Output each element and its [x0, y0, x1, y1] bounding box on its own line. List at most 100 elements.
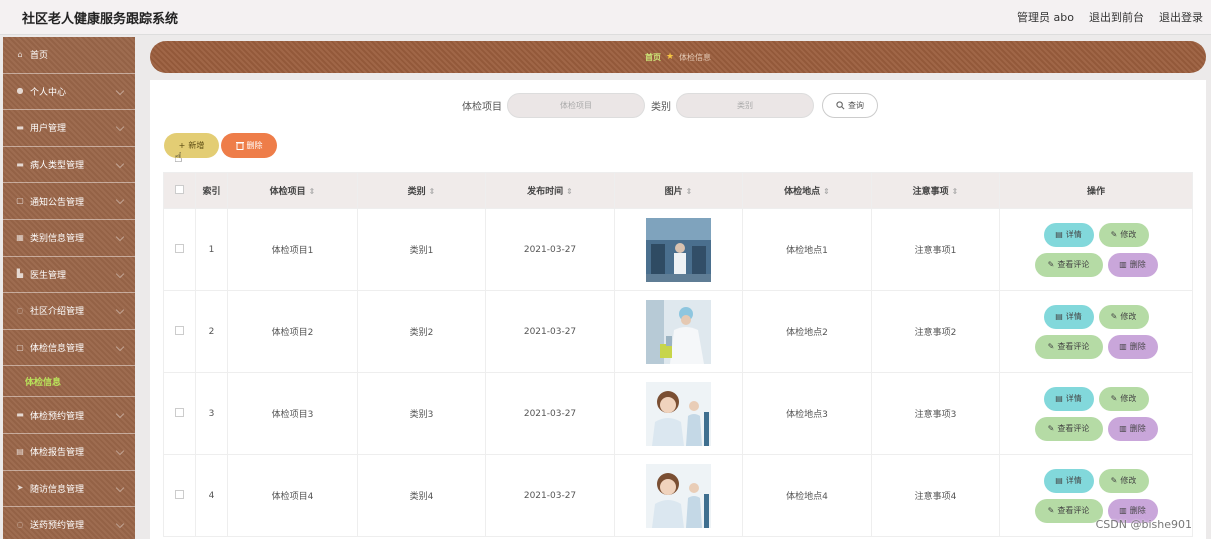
category-icon: ▦: [16, 232, 24, 242]
sidebar-subitem-exam-info[interactable]: 体检信息: [3, 366, 135, 398]
header-index: 索引: [195, 172, 228, 209]
header-place[interactable]: 体检地点 ⇕: [742, 172, 872, 209]
checkbox-icon: [175, 325, 184, 335]
cell-item: 体检项目3: [227, 372, 358, 455]
chevron-down-icon: [115, 305, 125, 315]
search-label-category: 类别: [651, 102, 671, 113]
sidebar-item-exam-info[interactable]: ▢ 体检信息管理: [3, 330, 135, 367]
chevron-down-icon: [115, 342, 125, 351]
view-comments-button[interactable]: ✎ 查看评论: [1034, 252, 1103, 277]
sidebar-item-label: 通知公告管理: [30, 197, 85, 208]
header-image[interactable]: 图片 ⇕: [614, 172, 743, 209]
community-icon: ◌: [16, 305, 24, 315]
search-input-item[interactable]: 体检项目: [507, 93, 645, 118]
content-panel: 体检项目 体检项目 类别 类别 查询 + 新增 删除 ☝ 索引 体检项目 ⇕ 类别 ⇕…: [150, 80, 1206, 539]
row-checkbox[interactable]: [163, 208, 196, 291]
cell-ops: ▤ 详情 ✎ 修改 ✎ 查看评论 ▥ 删除: [999, 208, 1193, 291]
detail-button[interactable]: ▤ 详情: [1043, 468, 1094, 493]
search-button-label: 查询: [848, 101, 864, 110]
detail-button[interactable]: ▤ 详情: [1043, 304, 1094, 329]
search-button[interactable]: 查询: [822, 93, 878, 118]
row-delete-button[interactable]: ▥ 删除: [1107, 416, 1158, 441]
sidebar-item-label: 体检预约管理: [30, 411, 85, 422]
hand-cursor-icon: ☝: [174, 150, 183, 166]
pencil-icon: ✎: [1047, 424, 1055, 433]
chevron-down-icon: [115, 232, 125, 242]
detail-button[interactable]: ▤ 详情: [1043, 386, 1094, 411]
appointment-icon: ▬: [16, 410, 24, 420]
table-row: 3 体检项目3 类别3 2021-03-27 体检地点3 注意事项3 ▤ 详情 ✎ 修改 ✎ 查看评论…: [163, 372, 1193, 455]
sidebar-item-home[interactable]: ⌂ 首页: [3, 37, 135, 74]
breadcrumb-home[interactable]: 首页: [645, 52, 661, 63]
cell-date: 2021-03-27: [485, 454, 615, 537]
row-actions: ▤ 详情 ✎ 修改 ✎ 查看评论 ▥ 删除: [1033, 468, 1159, 523]
pencil-icon: ✎: [1110, 312, 1118, 321]
view-comments-button[interactable]: ✎ 查看评论: [1034, 498, 1103, 523]
sidebar-item-label: 社区介绍管理: [30, 307, 85, 318]
row-checkbox[interactable]: [163, 372, 196, 455]
sidebar-item-notice[interactable]: ▢ 通知公告管理: [3, 183, 135, 220]
edit-button[interactable]: ✎ 修改: [1098, 386, 1149, 411]
cell-image: [614, 290, 743, 373]
detail-icon: ▤: [1055, 394, 1063, 403]
table-header-row: 索引 体检项目 ⇕ 类别 ⇕ 发布时间 ⇕ 图片 ⇕ 体检地点 ⇕ 注意事项 ⇕ 操作: [163, 172, 1193, 209]
sidebar-item-users[interactable]: ▬ 用户管理: [3, 110, 135, 147]
exam-photo: [646, 299, 711, 364]
edit-button[interactable]: ✎ 修改: [1098, 222, 1149, 247]
sidebar-item-community[interactable]: ◌ 社区介绍管理: [3, 293, 135, 330]
sidebar-item-personal[interactable]: ● 个人中心: [3, 74, 135, 111]
header-note[interactable]: 注意事项 ⇕: [871, 172, 1000, 209]
add-button-label: 新增: [188, 141, 205, 150]
row-actions: ▤ 详情 ✎ 修改 ✎ 查看评论 ▥ 删除: [1033, 386, 1159, 441]
search-icon: [836, 101, 845, 110]
view-comments-button[interactable]: ✎ 查看评论: [1034, 416, 1103, 441]
sidebar-menu: ⌂ 首页 ● 个人中心 ▬ 用户管理 ▬ 病人类型管理 ▢ 通知公告管理 ▦ 类别信息管理 …: [3, 37, 135, 539]
user-icon: ●: [16, 86, 24, 96]
admin-label: 管理员 abo: [1017, 11, 1074, 24]
checkbox-icon: [175, 243, 184, 253]
sort-icon: ⇕: [685, 187, 693, 196]
sidebar-item-patient-type[interactable]: ▬ 病人类型管理: [3, 147, 135, 184]
sidebar-item-label: 用户管理: [30, 124, 67, 135]
chevron-down-icon: [115, 410, 125, 419]
add-button[interactable]: + 新增: [164, 133, 219, 158]
header-item[interactable]: 体检项目 ⇕: [227, 172, 358, 209]
row-checkbox[interactable]: [163, 290, 196, 373]
edit-button[interactable]: ✎ 修改: [1098, 468, 1149, 493]
select-all-checkbox[interactable]: [163, 172, 196, 209]
view-comments-button[interactable]: ✎ 查看评论: [1034, 334, 1103, 359]
delete-button[interactable]: 删除: [221, 133, 277, 158]
sidebar-item-medicine[interactable]: ◌ 送药预约管理: [3, 507, 135, 539]
sidebar-item-label: 送药预约管理: [30, 521, 85, 532]
sidebar-item-label: 类别信息管理: [30, 234, 85, 245]
watermark: CSDN @bishe901: [1095, 518, 1192, 531]
sidebar-item-appointment[interactable]: ▬ 体检预约管理: [3, 397, 135, 434]
home-icon: ⌂: [17, 49, 23, 59]
sidebar-item-report[interactable]: ▤ 体检报告管理: [3, 434, 135, 471]
trash-icon: ▥: [1119, 260, 1127, 269]
app-title: 社区老人健康服务跟踪系统: [22, 12, 179, 27]
edit-button[interactable]: ✎ 修改: [1098, 304, 1149, 329]
sidebar-item-doctor[interactable]: ▙ 医生管理: [3, 257, 135, 294]
top-bar: 社区老人健康服务跟踪系统 管理员 abo 退出到前台 退出登录: [0, 0, 1211, 35]
cell-category: 类别1: [357, 208, 486, 291]
sidebar-item-label: 个人中心: [30, 87, 67, 98]
checkbox-icon: [175, 489, 184, 499]
header-date[interactable]: 发布时间 ⇕: [485, 172, 615, 209]
followup-icon: ➤: [16, 483, 24, 493]
header-category[interactable]: 类别 ⇕: [357, 172, 486, 209]
row-delete-button[interactable]: ▥ 删除: [1107, 252, 1158, 277]
sidebar-item-category[interactable]: ▦ 类别信息管理: [3, 220, 135, 257]
logout-link[interactable]: 退出登录: [1159, 9, 1203, 25]
row-delete-button[interactable]: ▥ 删除: [1107, 334, 1158, 359]
detail-button[interactable]: ▤ 详情: [1043, 222, 1094, 247]
plus-icon: +: [178, 141, 186, 150]
doctor-icon: ▙: [16, 269, 24, 279]
row-checkbox[interactable]: [163, 454, 196, 537]
sidebar-item-followup[interactable]: ➤ 随访信息管理: [3, 471, 135, 508]
sidebar-item-label: 体检信息管理: [30, 344, 85, 355]
exit-to-front-link[interactable]: 退出到前台: [1089, 9, 1144, 25]
trash-icon: [235, 142, 244, 150]
detail-icon: ▤: [1055, 476, 1063, 485]
search-input-category[interactable]: 类别: [676, 93, 814, 118]
